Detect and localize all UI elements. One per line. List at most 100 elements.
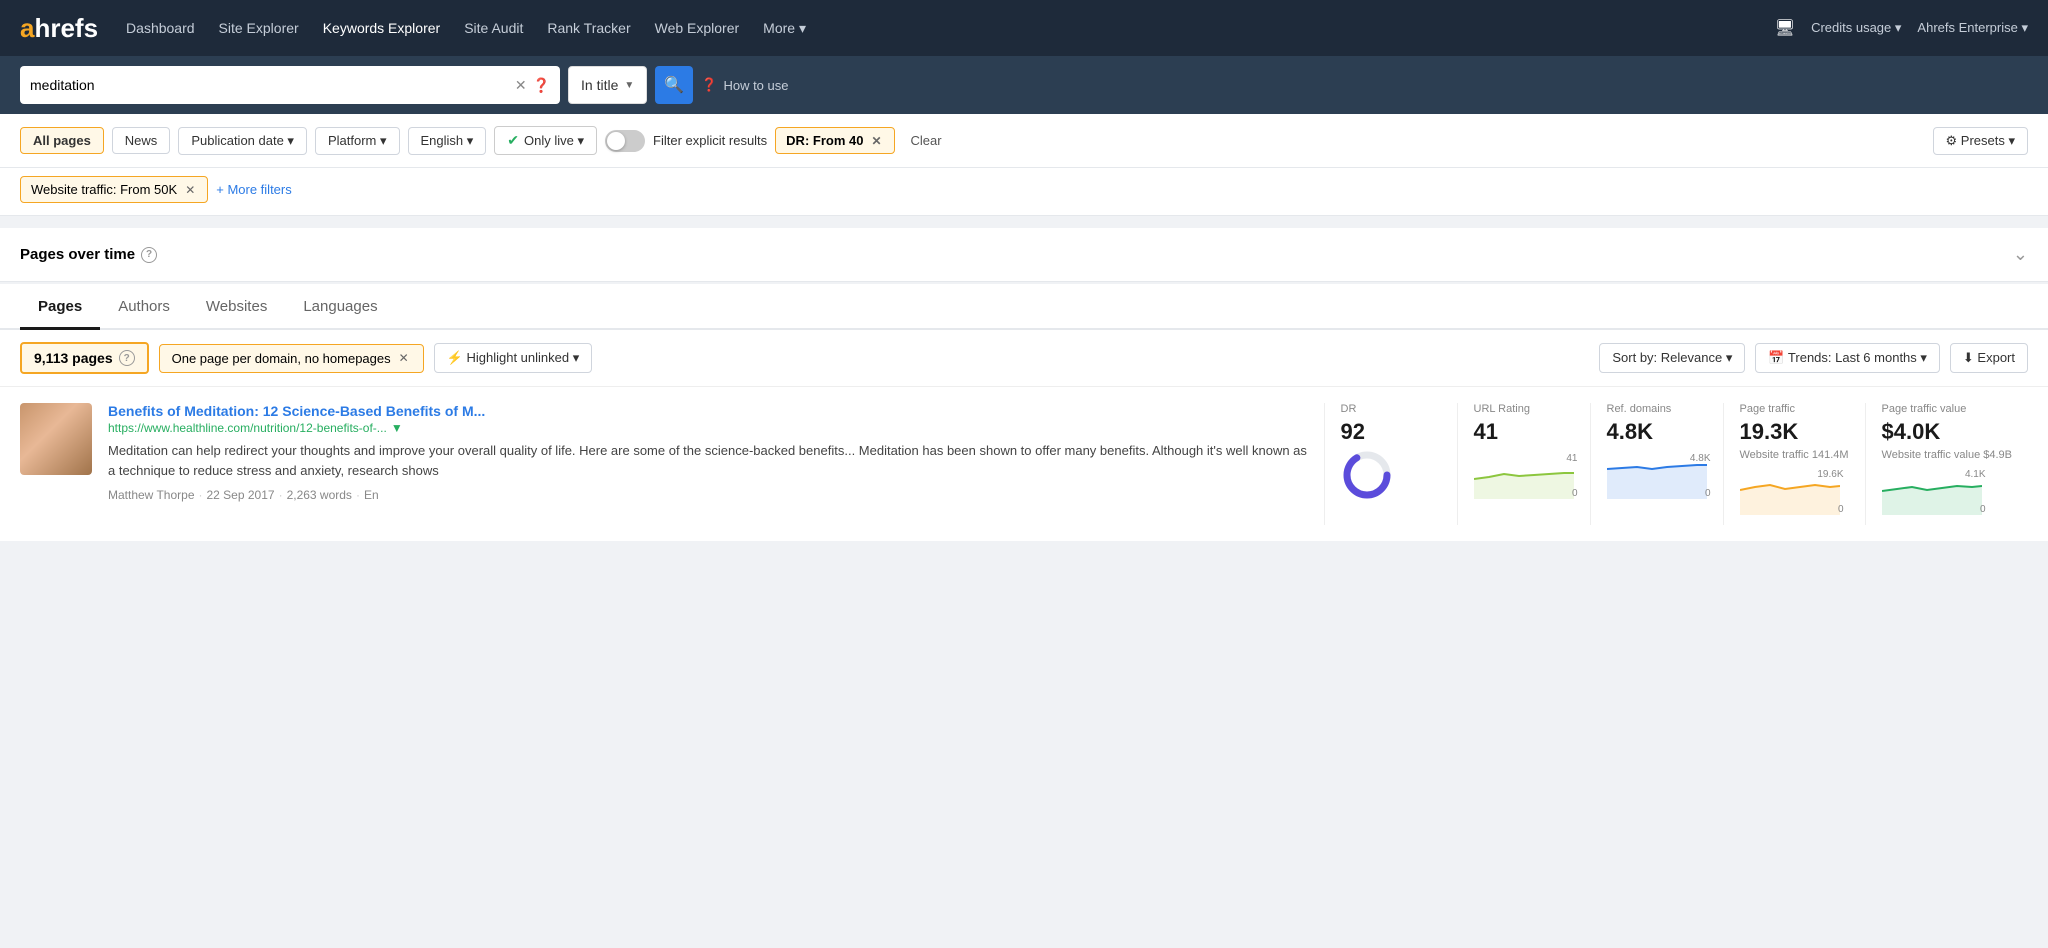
pages-count-badge: 9,113 pages ? <box>20 342 149 374</box>
metric-dr: DR 92 <box>1324 403 1457 525</box>
pages-over-time-title: Pages over time ? <box>20 246 157 263</box>
top-navigation: ahrefs Dashboard Site Explorer Keywords … <box>0 0 2048 56</box>
page-traffic-label: Page traffic <box>1740 403 1849 415</box>
search-icons: ✕ ❓ <box>515 77 550 94</box>
one-page-badge[interactable]: One page per domain, no homepages ✕ <box>159 344 424 373</box>
clear-search-icon[interactable]: ✕ <box>515 77 527 94</box>
toggle-knob <box>607 132 625 150</box>
search-bar: ✕ ❓ In title ▼ 🔍 ❓ How to use <box>0 56 2048 114</box>
filter-english[interactable]: English ▾ <box>408 127 487 155</box>
filter-explicit-wrap: Filter explicit results <box>605 130 767 152</box>
metric-url-rating: URL Rating 41 41 0 <box>1457 403 1590 525</box>
filter-website-traffic[interactable]: Website traffic: From 50K ✕ <box>20 176 208 203</box>
filter-all-pages[interactable]: All pages <box>20 127 104 154</box>
page-traffic-chart: 19.6K 0 <box>1740 465 1840 525</box>
url-rating-min: 0 <box>1572 488 1578 499</box>
export-button[interactable]: ⬇ Export <box>1950 343 2028 373</box>
dr-chart <box>1341 449 1441 509</box>
filter-news[interactable]: News <box>112 127 171 154</box>
search-input[interactable] <box>30 77 515 93</box>
result-author[interactable]: Matthew Thorpe <box>108 488 195 502</box>
nav-site-audit[interactable]: Site Audit <box>464 20 523 36</box>
result-words: 2,263 words <box>287 488 352 502</box>
traffic-value-min: 0 <box>1980 504 1986 515</box>
page-traffic-value-val: $4.0K <box>1882 419 2012 445</box>
results-bar: 9,113 pages ? One page per domain, no ho… <box>0 330 2048 386</box>
nav-more[interactable]: More ▾ <box>763 20 806 37</box>
dr-value: 92 <box>1341 419 1441 445</box>
filter-explicit-label: Filter explicit results <box>653 133 767 148</box>
filter-only-live[interactable]: ✔ Only live ▾ <box>494 126 597 155</box>
presets-button[interactable]: ⚙ Presets ▾ <box>1933 127 2028 155</box>
traffic-badge-close[interactable]: ✕ <box>183 183 197 197</box>
pot-title-text: Pages over time <box>20 246 135 263</box>
search-type-label: In title <box>581 77 618 93</box>
nav-links: Dashboard Site Explorer Keywords Explore… <box>126 20 1775 37</box>
url-rating-max: 41 <box>1566 453 1577 464</box>
monitor-icon: 🖥 <box>1775 18 1795 38</box>
tab-websites[interactable]: Websites <box>188 284 285 330</box>
filter-platform[interactable]: Platform ▾ <box>315 127 400 155</box>
nav-dashboard[interactable]: Dashboard <box>126 20 195 36</box>
url-rating-value: 41 <box>1474 419 1574 445</box>
page-traffic-max: 19.6K <box>1817 469 1843 480</box>
how-to-use-label: How to use <box>723 78 788 93</box>
clear-filters-button[interactable]: Clear <box>903 128 950 153</box>
result-date: 22 Sep 2017 <box>207 488 275 502</box>
search-type-dropdown[interactable]: In title ▼ <box>568 66 647 104</box>
nav-rank-tracker[interactable]: Rank Tracker <box>547 20 630 36</box>
nav-keywords-explorer[interactable]: Keywords Explorer <box>323 20 441 36</box>
filter-publication-date[interactable]: Publication date ▾ <box>178 127 307 155</box>
more-filters-button[interactable]: + More filters <box>216 182 292 197</box>
metric-page-traffic-value: Page traffic value $4.0K Website traffic… <box>1865 403 2028 525</box>
metric-page-traffic: Page traffic 19.3K Website traffic 141.4… <box>1723 403 1865 525</box>
ahrefs-enterprise[interactable]: Ahrefs Enterprise ▾ <box>1917 20 2028 36</box>
sort-button[interactable]: Sort by: Relevance ▾ <box>1599 343 1745 373</box>
page-traffic-value-label: Page traffic value <box>1882 403 2012 415</box>
filter-dr-badge[interactable]: DR: From 40 ✕ <box>775 127 894 154</box>
tab-authors[interactable]: Authors <box>100 284 188 330</box>
only-live-label: Only live ▾ <box>524 133 584 149</box>
metric-ref-domains: Ref. domains 4.8K 4.8K 0 <box>1590 403 1723 525</box>
ref-domains-max: 4.8K <box>1690 453 1711 464</box>
logo[interactable]: ahrefs <box>20 13 98 44</box>
highlight-unlinked-button[interactable]: ⚡ Highlight unlinked ▾ <box>434 343 593 373</box>
tab-pages[interactable]: Pages <box>20 284 100 330</box>
one-page-close[interactable]: ✕ <box>397 351 411 365</box>
filters-bar-2: Website traffic: From 50K ✕ + More filte… <box>0 168 2048 216</box>
trends-button[interactable]: 📅 Trends: Last 6 months ▾ <box>1755 343 1940 373</box>
page-traffic-value: 19.3K <box>1740 419 1849 445</box>
ref-domains-chart: 4.8K 0 <box>1607 449 1707 509</box>
result-title[interactable]: Benefits of Meditation: 12 Science-Based… <box>108 403 1308 419</box>
search-button[interactable]: 🔍 <box>655 66 693 104</box>
page-traffic-min: 0 <box>1838 504 1844 515</box>
page-traffic-value-chart: 4.1K 0 <box>1882 465 1982 525</box>
result-url-arrow-icon: ▼ <box>391 421 403 435</box>
credits-usage[interactable]: Credits usage ▾ <box>1811 20 1901 36</box>
how-to-use[interactable]: ❓ How to use <box>701 77 788 93</box>
result-description: Meditation can help redirect your though… <box>108 441 1308 480</box>
count-help-icon[interactable]: ? <box>119 350 135 366</box>
dr-donut-chart <box>1341 449 1393 501</box>
ref-domains-min: 0 <box>1705 488 1711 499</box>
nav-site-explorer[interactable]: Site Explorer <box>219 20 299 36</box>
filter-explicit-toggle[interactable] <box>605 130 645 152</box>
result-url[interactable]: https://www.healthline.com/nutrition/12-… <box>108 421 1308 435</box>
how-to-use-icon: ❓ <box>701 77 717 93</box>
search-type-chevron: ▼ <box>624 80 634 91</box>
result-thumbnail <box>20 403 92 475</box>
pot-help-icon[interactable]: ? <box>141 247 157 263</box>
dr-badge-close[interactable]: ✕ <box>869 134 883 148</box>
pot-collapse-icon[interactable]: ⌄ <box>2013 244 2028 265</box>
filters-bar-1: All pages News Publication date ▾ Platfo… <box>0 114 2048 168</box>
page-traffic-website: Website traffic 141.4M <box>1740 449 1849 461</box>
help-search-icon[interactable]: ❓ <box>533 77 550 94</box>
thumbnail-image <box>20 403 92 475</box>
result-lang: En <box>364 488 379 502</box>
result-content: Benefits of Meditation: 12 Science-Based… <box>108 403 1308 502</box>
only-live-check-icon: ✔ <box>507 132 519 149</box>
dr-badge-label: DR: From 40 <box>786 133 863 148</box>
nav-web-explorer[interactable]: Web Explorer <box>655 20 740 36</box>
tab-languages[interactable]: Languages <box>285 284 395 330</box>
result-meta: Matthew Thorpe · 22 Sep 2017 · 2,263 wor… <box>108 488 1308 502</box>
